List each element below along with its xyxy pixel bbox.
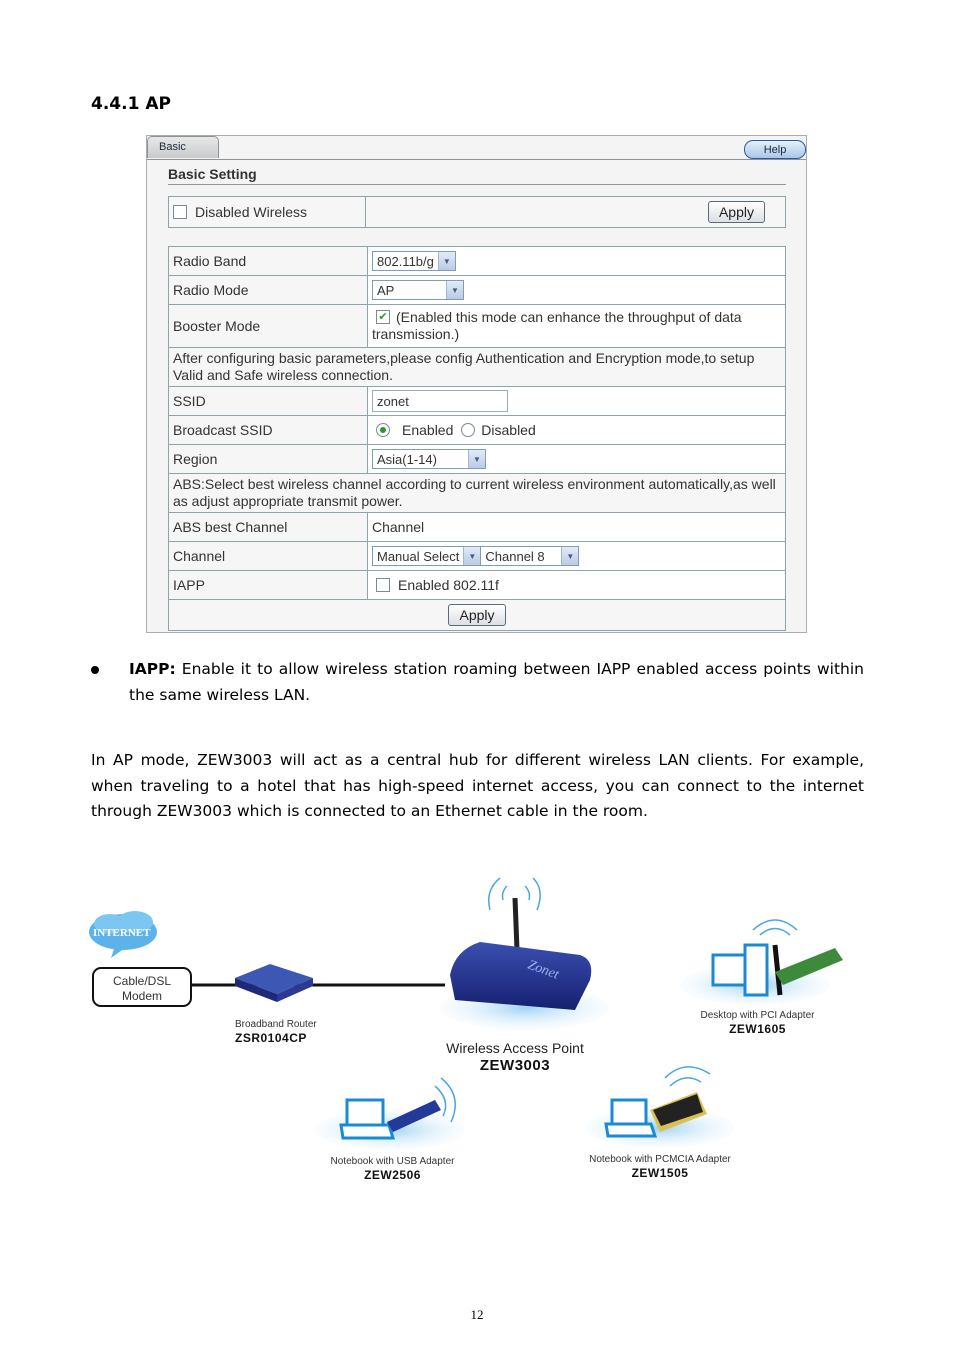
row-abs-note: ABS:Select best wireless channel accordi… xyxy=(168,473,786,513)
ap-label: Wireless Access Point xyxy=(446,1040,584,1056)
desktop-label: Desktop with PCI Adapter xyxy=(700,1010,815,1021)
radio-band-select[interactable]: 802.11b/g ▼ xyxy=(372,251,456,271)
chevron-down-icon: ▼ xyxy=(446,281,463,299)
channel-label: Channel xyxy=(168,541,368,571)
bullet-icon xyxy=(91,666,99,674)
row-apply: Apply xyxy=(168,599,786,631)
iapp-bullet: IAPP: Enable it to allow wireless statio… xyxy=(91,657,864,708)
abs-note: ABS:Select best wireless channel accordi… xyxy=(168,473,786,513)
row-ssid: SSID zonet xyxy=(168,386,786,416)
disabled-wireless-label: Disabled Wireless xyxy=(195,203,308,220)
desktop-model: ZEW1605 xyxy=(729,1022,786,1036)
chevron-down-icon: ▼ xyxy=(468,450,485,468)
disabled-wireless-cell: Disabled Wireless xyxy=(168,196,366,228)
usb-notebook-label: Notebook with USB Adapter xyxy=(330,1156,455,1167)
usb-notebook-model: ZEW2506 xyxy=(364,1168,421,1182)
section-heading: 4.4.1 AP xyxy=(91,94,171,114)
notebook-usb-adapter-icon xyxy=(315,1077,465,1150)
region-label: Region xyxy=(168,444,368,474)
page-number: 12 xyxy=(470,1307,484,1322)
apply-button-top[interactable]: Apply xyxy=(707,201,765,223)
tab-divider xyxy=(147,159,806,160)
bullet-term: IAPP: xyxy=(129,660,176,678)
row-config-note: After configuring basic parameters,pleas… xyxy=(168,347,786,387)
bullet-text: Enable it to allow wireless station roam… xyxy=(129,660,864,704)
channel-mode-select[interactable]: Manual Select ▼ xyxy=(372,546,482,566)
radio-mode-select[interactable]: AP ▼ xyxy=(372,280,464,300)
row-channel: Channel Manual Select ▼ Channel 8 ▼ xyxy=(168,541,786,571)
modem-label-line1: Cable/DSL xyxy=(112,974,172,988)
pcmcia-notebook-model: ZEW1505 xyxy=(631,1166,689,1180)
apply-button-bottom[interactable]: Apply xyxy=(448,604,506,626)
iapp-label: IAPP xyxy=(168,570,368,600)
broadcast-disabled-label: Disabled xyxy=(481,421,536,438)
pcmcia-notebook-label: Notebook with PCMCIA Adapter xyxy=(589,1154,731,1165)
iapp-option-label: Enabled 802.11f xyxy=(398,576,499,593)
config-note: After configuring basic parameters,pleas… xyxy=(168,347,786,387)
ap-model: ZEW3003 xyxy=(479,1057,551,1074)
booster-mode-description: (Enabled this mode can enhance the throu… xyxy=(372,309,742,342)
row-iapp: IAPP Enabled 802.11f xyxy=(168,570,786,600)
ssid-label: SSID xyxy=(168,386,368,416)
apply-cell: Apply xyxy=(365,196,786,228)
row-abs-best-channel: ABS best Channel Channel xyxy=(168,512,786,542)
broadcast-enabled-label: Enabled xyxy=(402,421,454,438)
router-model: ZSR0104CP xyxy=(235,1031,307,1045)
row-radio-band: Radio Band 802.11b/g ▼ xyxy=(168,246,786,276)
chevron-down-icon: ▼ xyxy=(463,547,481,565)
network-diagram: Zonet INTERNET Cable/DSL Modem Broadband… xyxy=(85,860,865,1190)
booster-mode-label: Booster Mode xyxy=(168,304,368,348)
region-select[interactable]: Asia(1-14) ▼ xyxy=(372,449,486,469)
internet-label: INTERNET xyxy=(93,927,151,939)
help-button[interactable]: Help xyxy=(744,140,806,159)
wireless-access-point-icon: Zonet xyxy=(440,877,610,1030)
broadcast-enabled-radio[interactable] xyxy=(376,423,390,438)
ssid-input[interactable]: zonet xyxy=(372,390,508,412)
radio-band-label: Radio Band xyxy=(168,246,368,276)
row-booster-mode: Booster Mode ✔ (Enabled this mode can enh… xyxy=(168,304,786,348)
section-title: Basic Setting xyxy=(168,166,257,182)
abs-best-channel-label: ABS best Channel xyxy=(168,512,368,542)
basic-settings-screenshot: Basic Help Basic Setting Disabled Wirele… xyxy=(146,135,807,633)
radio-mode-label: Radio Mode xyxy=(168,275,368,305)
iapp-checkbox[interactable] xyxy=(376,578,390,593)
notebook-pcmcia-adapter-icon xyxy=(585,1066,735,1148)
channel-select[interactable]: Channel 8 ▼ xyxy=(481,546,580,566)
abs-best-channel-value: Channel xyxy=(367,512,786,542)
ap-mode-paragraph: In AP mode, ZEW3003 will act as a centra… xyxy=(91,751,864,820)
row-region: Region Asia(1-14) ▼ xyxy=(168,444,786,474)
modem-label-line2: Modem xyxy=(121,989,162,1003)
chevron-down-icon: ▼ xyxy=(437,252,455,270)
broadcast-disabled-radio[interactable] xyxy=(461,423,476,438)
section-divider xyxy=(168,184,786,185)
row-radio-mode: Radio Mode AP ▼ xyxy=(168,275,786,305)
broadband-router-icon xyxy=(235,964,313,1002)
disable-wireless-table: Disabled Wireless Apply xyxy=(168,196,786,228)
tab-basic[interactable]: Basic xyxy=(147,136,219,158)
booster-mode-checkbox[interactable]: ✔ xyxy=(376,310,390,325)
chevron-down-icon: ▼ xyxy=(561,547,579,565)
disabled-wireless-checkbox[interactable] xyxy=(173,205,187,220)
broadcast-ssid-label: Broadcast SSID xyxy=(168,415,368,445)
wireless-settings-table: Radio Band 802.11b/g ▼ Radio Mode AP ▼ Boo… xyxy=(168,246,786,631)
router-label: Broadband Router xyxy=(235,1019,317,1030)
desktop-pci-adapter-icon xyxy=(680,919,843,1005)
row-broadcast-ssid: Broadcast SSID Enabled Disabled xyxy=(168,415,786,445)
